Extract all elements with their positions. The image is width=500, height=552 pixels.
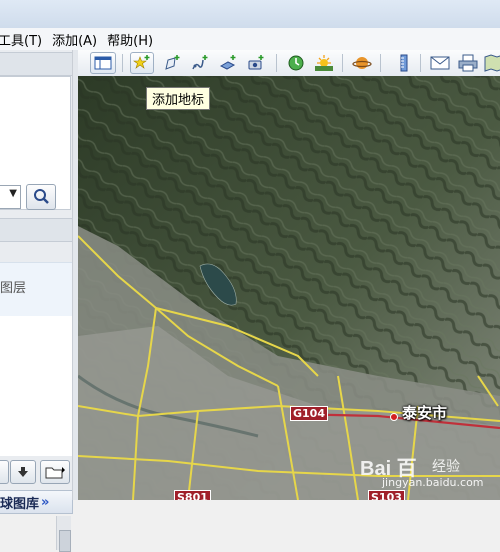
email-button[interactable] [428,52,452,74]
add-image-overlay-button[interactable] [216,52,240,74]
path-icon [192,55,208,70]
search-button[interactable] [26,184,56,210]
sunlight-button[interactable] [312,52,336,74]
scrollbar-thumb[interactable] [59,530,71,552]
watermark-url: jingyan.baidu.com [382,476,484,489]
sidebar-icon [94,56,112,70]
toolbar-separator [122,54,123,72]
move-down-button[interactable] [10,460,36,484]
arrow-down-icon [18,467,28,477]
toolbar-tooltip: 添加地标 [146,87,211,110]
planet-icon [352,57,372,69]
panel-button-partial[interactable] [0,460,9,484]
folder-button[interactable] [40,460,70,484]
toolbar-separator [420,54,421,72]
switch-planet-button[interactable] [350,52,374,74]
watermark-product: 经验 [432,459,460,475]
menu-tools[interactable]: 工具(T) [0,30,52,49]
map-view[interactable]: G104 S801 S103 [78,76,500,500]
search-icon [34,189,49,204]
historical-imagery-button[interactable] [284,52,308,74]
gallery-arrow-icon: » [41,494,50,510]
earth-gallery-button[interactable]: 球图库 » [0,490,73,514]
road-label-s801: S801 [174,490,211,500]
places-panel-header[interactable] [0,218,73,242]
add-placemark-button[interactable] [130,52,154,74]
panel-scrollbar[interactable] [56,516,71,552]
record-tour-button[interactable] [244,52,268,74]
map-icon [484,54,500,72]
menu-add[interactable]: 添加(A) [52,30,107,49]
toolbar [78,50,500,77]
folder-icon [45,467,65,479]
window-titlebar [0,0,500,29]
search-input[interactable]: ▼ [0,185,21,209]
email-icon [430,56,450,70]
toolbar-separator [342,54,343,72]
layer-item[interactable]: 图层 [0,262,72,318]
dropdown-arrow-icon[interactable]: ▼ [9,188,17,199]
toggle-sidebar-button[interactable] [90,52,116,74]
sun-icon [315,55,333,71]
add-polygon-button[interactable] [160,52,184,74]
menu-help[interactable]: 帮助(H) [107,30,163,49]
add-path-button[interactable] [188,52,212,74]
gallery-label: 球图库 [0,496,40,512]
left-panel: ▼ 图层 球图库 » [0,50,78,552]
search-panel-body: ▼ [0,76,71,210]
panel-buttons [0,458,78,486]
placemark-icon [133,55,150,69]
city-marker-icon[interactable] [390,413,398,421]
baidu-watermark: Bai 百 经验 jingyan.baidu.com [360,452,500,500]
ruler-button[interactable] [392,52,416,74]
polygon-icon [165,55,180,70]
road-label-g104: G104 [290,406,328,421]
view-in-maps-button[interactable] [482,52,500,74]
printer-icon [458,54,478,72]
toolbar-separator [380,54,381,72]
camera-icon [248,55,264,70]
ruler-icon [400,54,408,72]
search-panel-header[interactable] [0,52,73,76]
toolbar-separator [276,54,277,72]
image-overlay-icon [219,55,236,70]
clock-icon [288,55,304,71]
places-list [0,316,72,456]
print-button[interactable] [456,52,480,74]
layer-label: 图层 [0,281,27,296]
satellite-imagery [78,76,500,500]
city-label[interactable]: 泰安市 [402,402,447,423]
menu-bar: 工具(T) 添加(A) 帮助(H) [0,28,500,51]
